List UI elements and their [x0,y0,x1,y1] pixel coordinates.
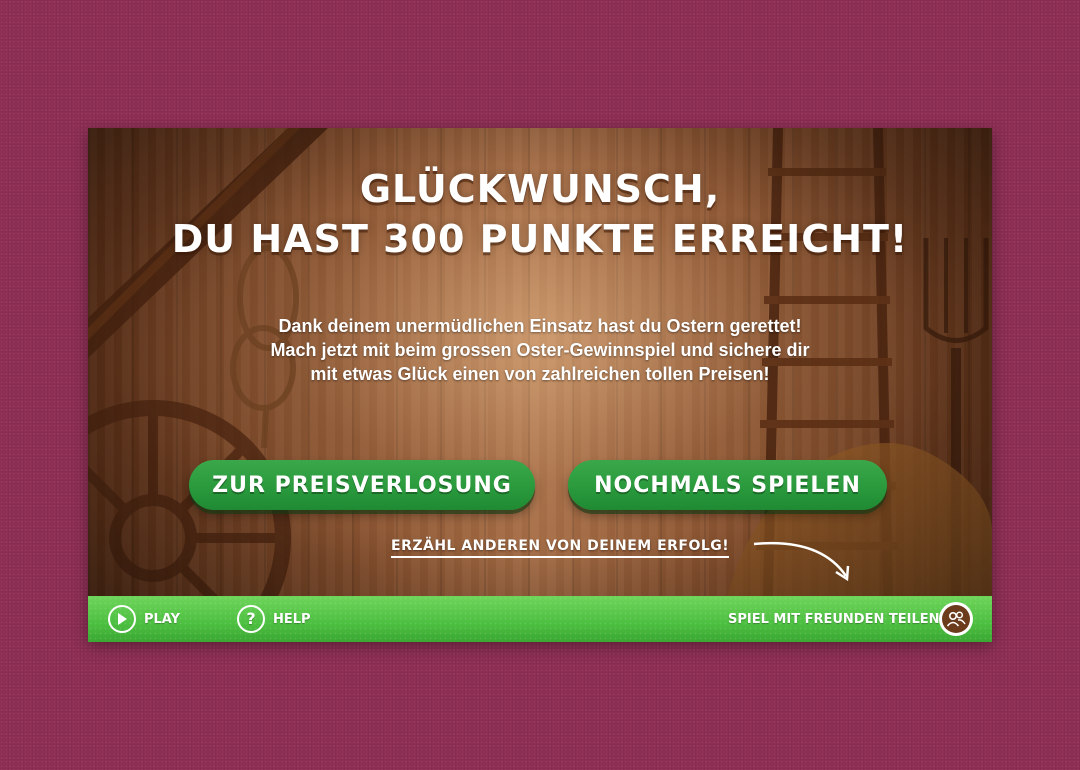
message-line-1: Dank deinem unermüdlichen Einsatz hast d… [278,316,802,336]
curved-arrow-icon [753,542,850,582]
play-again-button[interactable]: NOCHMALS SPIELEN [568,460,887,510]
prize-draw-button[interactable]: ZUR PREISVERLOSUNG [189,460,535,510]
share-with-friends-button[interactable]: SPIEL MIT FREUNDEN TEILEN [728,603,940,635]
message-line-3: mit etwas Glück einen von zahlreichen to… [310,364,770,384]
help-label: HELP [273,611,311,627]
play-icon [108,605,136,633]
footer-bar: PLAY ? HELP SPIEL MIT FREUNDEN TEILEN [88,596,992,642]
game-window: GLÜCKWUNSCH, DU HAST 300 PUNKTE ERREICHT… [88,128,992,642]
share-success-link[interactable]: ERZÄHL ANDEREN VON DEINEM ERFOLG! [391,538,730,558]
help-icon: ? [237,605,265,633]
help-button[interactable]: ? HELP [237,603,311,635]
friends-icon[interactable] [939,602,973,636]
message-line-2: Mach jetzt mit beim grossen Oster-Gewinn… [270,340,810,360]
message-text: Dank deinem unermüdlichen Einsatz hast d… [88,314,992,386]
barn-scene: GLÜCKWUNSCH, DU HAST 300 PUNKTE ERREICHT… [88,128,992,596]
share-label: SPIEL MIT FREUNDEN TEILEN [728,611,940,627]
title-line-2: DU HAST 300 PUNKTE ERREICHT! [171,217,909,261]
play-label: PLAY [144,611,181,627]
play-button[interactable]: PLAY [108,603,180,635]
title-line-1: GLÜCKWUNSCH, [359,167,721,211]
pitchfork [923,238,989,596]
